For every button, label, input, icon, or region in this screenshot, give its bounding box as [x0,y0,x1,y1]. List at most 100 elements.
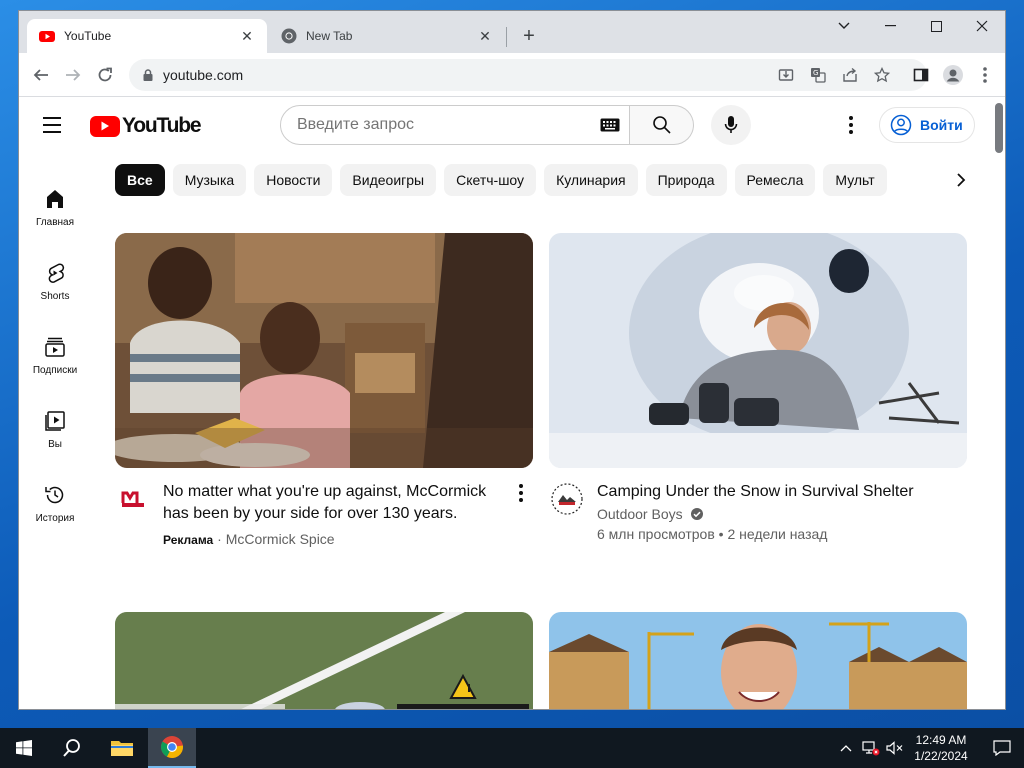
show-hidden-icons-icon[interactable] [836,728,856,768]
windows-logo-icon [16,740,32,756]
subscriptions-icon [45,337,65,357]
chip-video-games[interactable]: Видеоигры [340,164,437,196]
youtube-page: YouTube Войти Главная [19,97,1005,709]
youtube-wordmark: YouTube [122,114,202,137]
sidebar-item-you[interactable]: Вы [23,393,87,463]
chip-cartoons[interactable]: Мульт [823,164,887,196]
search-box[interactable] [280,105,630,145]
close-window-button[interactable] [959,11,1005,41]
chip-sketch-comedy[interactable]: Скетч-шоу [444,164,537,196]
lock-icon [143,69,153,81]
search-button-taskbar[interactable] [48,728,96,768]
translate-icon[interactable]: G [809,66,827,84]
sidebar-item-label: Вы [48,439,62,450]
shorts-icon [48,263,65,283]
history-icon [45,486,64,504]
sidebar-item-label: История [35,513,75,524]
video-thumbnail[interactable] [115,612,533,709]
scrollbar-thumb[interactable] [995,103,1003,153]
maximize-button[interactable] [913,11,959,41]
network-icon[interactable] [860,728,882,768]
video-card[interactable]: Camping Under the Snow in Survival Shelt… [549,233,967,563]
browser-toolbar: youtube.com G [19,53,1005,97]
chip-bar: Все Музыка Новости Видеоигры Скетч-шоу Кулина… [115,164,955,196]
youtube-logo[interactable]: YouTube [90,114,202,138]
youtube-header: YouTube Войти [19,97,989,153]
url-text: youtube.com [163,67,244,83]
chevron-right-icon[interactable] [949,168,973,192]
chrome-taskbar-button[interactable] [148,728,196,768]
video-thumbnail[interactable] [115,233,533,468]
settings-menu-icon[interactable] [839,113,863,137]
new-tab-button[interactable]: + [517,24,541,48]
search-input[interactable] [297,116,587,134]
tab-title: YouTube [64,29,112,43]
tab-youtube[interactable]: YouTube ✕ [27,19,267,53]
browser-menu-icon[interactable] [971,61,999,89]
forward-button[interactable] [59,61,87,89]
close-tab-icon[interactable]: ✕ [477,28,493,44]
video-thumbnail[interactable] [549,233,967,468]
chip-crafts[interactable]: Ремесла [734,164,816,196]
notifications-icon[interactable] [980,728,1024,768]
voice-search-button[interactable] [711,105,751,145]
channel-avatar[interactable] [549,481,585,517]
taskbar: 12:49 AM 1/22/2024 [0,728,1024,768]
tab-title: New Tab [306,29,353,43]
video-channel-line: Реклама · McCormick Spice [163,531,335,547]
profile-avatar-icon[interactable] [939,61,967,89]
video-title[interactable]: Camping Under the Snow in Survival Shelt… [597,481,937,503]
system-clock[interactable]: 12:49 AM 1/22/2024 [906,732,976,764]
video-card[interactable] [115,612,533,709]
channel-avatar[interactable] [115,481,151,517]
guide-menu-icon[interactable] [43,113,67,137]
video-thumbnail[interactable] [549,612,967,709]
side-panel-icon[interactable] [907,61,935,89]
search-icon [652,116,671,134]
youtube-play-icon [90,115,120,137]
chip-all[interactable]: Все [115,164,165,196]
search-button[interactable] [630,105,694,145]
channel-name[interactable]: Outdoor Boys [597,506,683,522]
sidebar-item-history[interactable]: История [23,467,87,537]
tab-strip: YouTube ✕ New Tab ✕ + [19,11,1005,53]
chip-cooking[interactable]: Кулинария [544,164,638,196]
install-app-icon[interactable] [777,66,795,84]
separator-dot: · [217,531,226,547]
address-bar[interactable]: youtube.com G [129,59,927,91]
reload-button[interactable] [91,61,119,89]
file-explorer-button[interactable] [98,728,146,768]
close-tab-icon[interactable]: ✕ [239,28,255,44]
folder-icon [111,741,133,756]
keyboard-icon[interactable] [600,118,620,132]
channel-name[interactable]: McCormick Spice [226,531,335,547]
video-card[interactable] [549,612,967,709]
sidebar-item-home[interactable]: Главная [23,171,87,241]
sidebar-item-subscriptions[interactable]: Подписки [23,319,87,389]
video-card-ad[interactable]: No matter what you're up against, McCorm… [115,233,533,563]
video-meta: No matter what you're up against, McCorm… [115,481,533,561]
youtube-icon [39,31,55,42]
tab-new-tab[interactable]: New Tab ✕ [269,19,505,53]
back-button[interactable] [27,61,55,89]
start-button[interactable] [0,728,48,768]
chip-nature[interactable]: Природа [645,164,727,196]
sidebar-item-shorts[interactable]: Shorts [23,245,87,315]
chrome-icon [281,28,297,44]
search-icon [63,739,80,757]
sign-in-button[interactable]: Войти [879,107,975,143]
bookmark-star-icon[interactable] [873,66,891,84]
video-menu-icon[interactable] [509,481,533,505]
browser-window: YouTube ✕ New Tab ✕ + youtube.com G YouT… [18,10,1006,710]
video-title[interactable]: No matter what you're up against, McCorm… [163,481,503,525]
you-icon [45,411,65,431]
sidebar-item-label: Shorts [40,291,70,302]
sign-in-label: Войти [920,117,963,133]
minimize-button[interactable] [867,11,913,41]
share-icon[interactable] [841,66,859,84]
chip-news[interactable]: Новости [254,164,333,196]
video-channel-line: Outdoor Boys [597,506,704,522]
tab-search-chevron-icon[interactable] [821,11,867,41]
chip-music[interactable]: Музыка [172,164,247,196]
volume-muted-icon[interactable] [884,728,906,768]
